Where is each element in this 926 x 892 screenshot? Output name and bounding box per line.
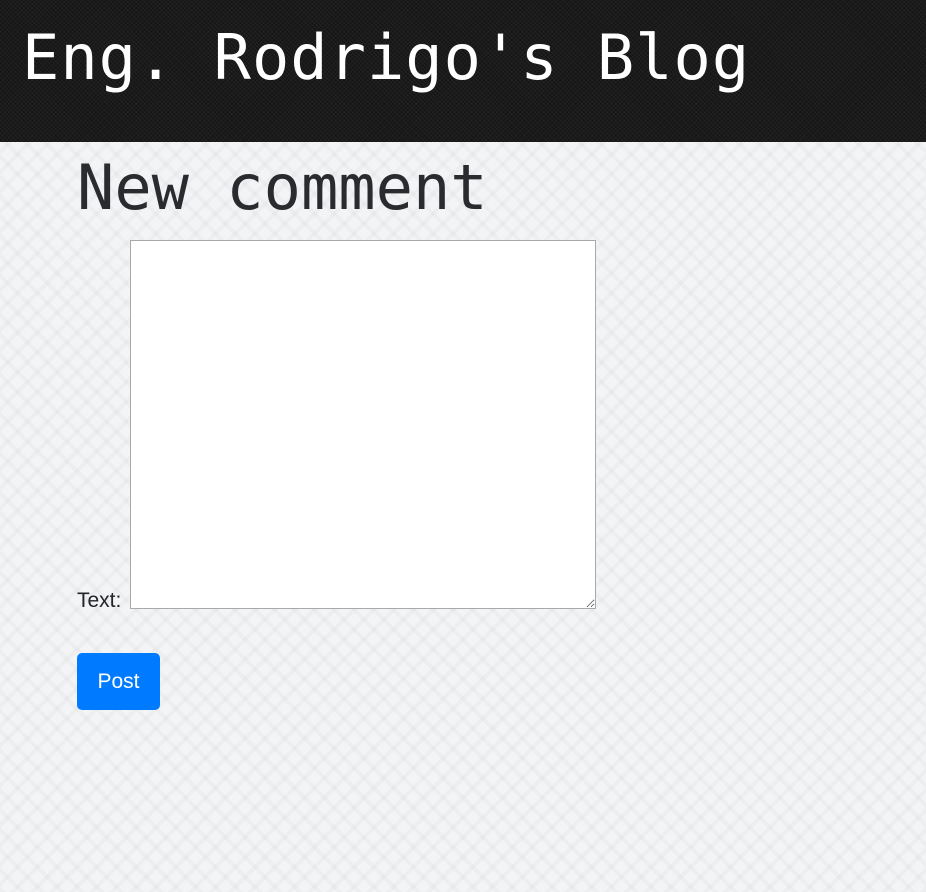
site-title: Eng. Rodrigo's Blog [22,21,751,94]
post-button[interactable]: Post [77,653,160,710]
page-title: New comment [77,151,488,224]
text-label: Text: [77,589,122,612]
comment-text-field[interactable] [130,240,596,609]
site-header: Eng. Rodrigo's Blog [0,0,926,142]
